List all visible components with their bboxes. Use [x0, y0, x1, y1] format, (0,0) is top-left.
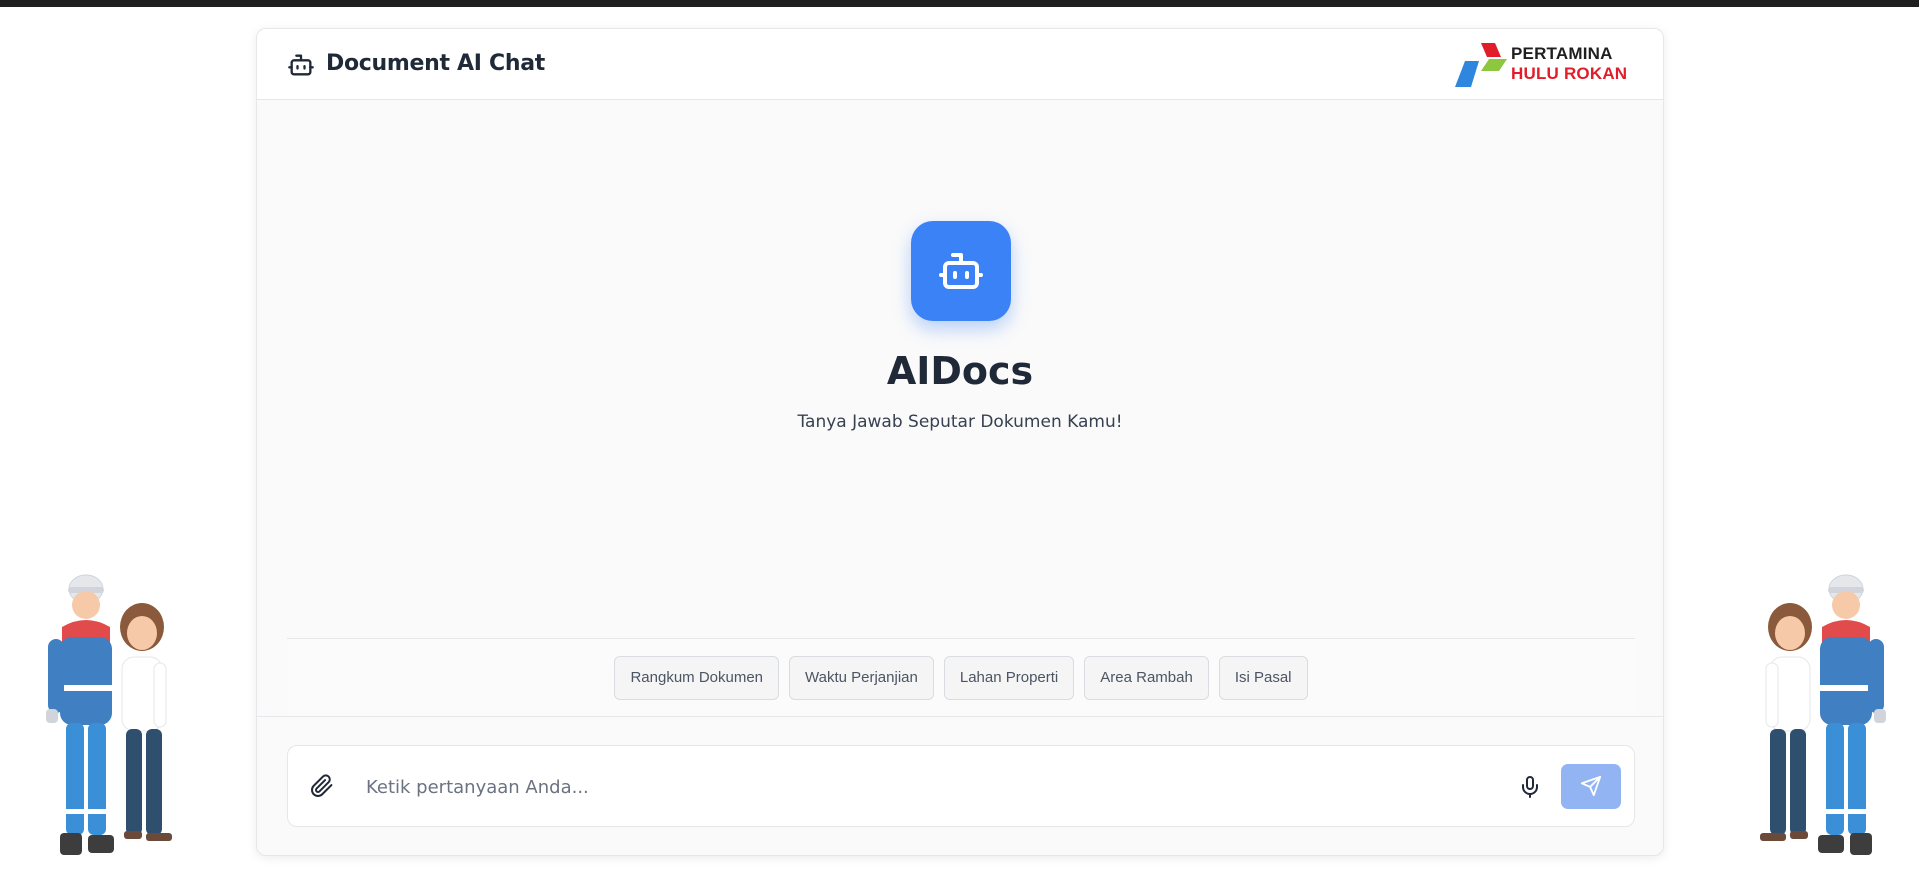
chat-header: Document AI Chat PERTAMINA HULU ROKAN	[257, 29, 1663, 100]
bot-icon	[287, 51, 315, 79]
suggestion-chip-waktu-perjanjian[interactable]: Waktu Perjanjian	[789, 655, 934, 700]
suggestion-chips: Rangkum Dokumen Waktu Perjanjian Lahan P…	[287, 639, 1635, 716]
mascot-workers-illustration-left	[38, 565, 198, 861]
bot-icon	[911, 221, 1011, 321]
page-title: Document AI Chat	[326, 51, 546, 76]
mascot-workers-illustration-right	[1734, 565, 1894, 861]
suggestion-chip-isi-pasal[interactable]: Isi Pasal	[1218, 655, 1308, 700]
message-input[interactable]	[366, 764, 1466, 810]
paperclip-icon[interactable]	[310, 774, 336, 800]
suggestion-chip-rangkum-dokumen[interactable]: Rangkum Dokumen	[614, 655, 780, 700]
pertamina-hulu-rokan-logo: PERTAMINA HULU ROKAN	[1451, 41, 1631, 89]
logo-text-pertamina: PERTAMINA	[1511, 44, 1613, 63]
microphone-icon[interactable]	[1518, 775, 1542, 799]
chat-panel: Document AI Chat PERTAMINA HULU ROKAN AI…	[256, 28, 1664, 856]
send-button[interactable]	[1561, 764, 1621, 809]
logo-text-hulu-rokan: HULU ROKAN	[1511, 64, 1628, 83]
suggestion-chip-lahan-properti[interactable]: Lahan Properti	[943, 655, 1075, 700]
message-composer	[287, 745, 1635, 827]
send-icon	[1580, 775, 1602, 797]
divider	[257, 716, 1663, 717]
hero-title: AIDocs	[886, 349, 1034, 393]
hero-subtitle: Tanya Jawab Seputar Dokumen Kamu!	[797, 412, 1123, 432]
suggestion-chip-area-rambah[interactable]: Area Rambah	[1084, 655, 1209, 700]
window-top-bar	[0, 0, 1919, 7]
